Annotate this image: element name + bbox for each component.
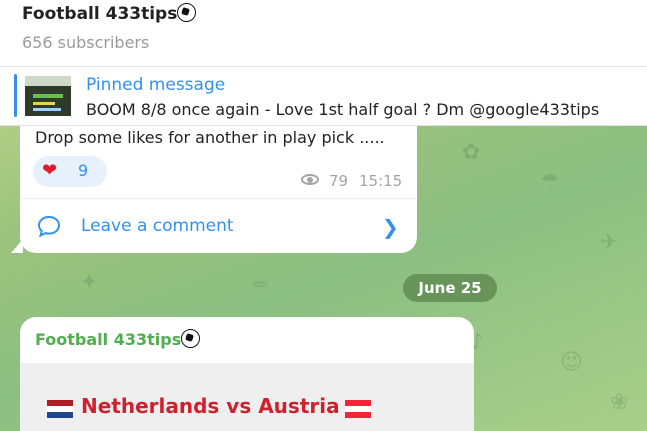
view-count: 79 [329,172,349,190]
pinned-message-bar[interactable]: Pinned message BOOM 8/8 once again - Lov… [0,67,647,126]
bubble-tail [11,239,23,253]
pinned-text: BOOM 8/8 once again - Love 1st half goal… [86,100,600,119]
channel-title: Football 433tips [22,3,197,24]
channel-name: Football 433tips [22,4,178,24]
author-name[interactable]: Football 433tips [35,330,181,349]
wallpaper-doodle: ✈ [600,230,619,255]
views-eye-icon [301,174,319,185]
subscriber-count: 656 subscribers [22,33,150,52]
soccer-ball-icon [177,3,197,22]
austria-flag-icon [345,400,371,418]
pinned-title: Pinned message [86,75,226,95]
message-bubble: Drop some likes for another in play pick… [11,126,417,253]
message-text: Drop some likes for another in play pick… [35,128,385,147]
wallpaper-doodle: ❀ [610,390,629,415]
message-time: 15:15 [359,172,403,190]
pinned-thumbnail [25,76,71,116]
match-image[interactable]: Netherlands vs Austria [20,363,474,431]
comment-bubble-icon[interactable] [37,215,61,237]
message-author: Football 433tips [35,329,201,349]
wallpaper-doodle: ✿ [462,140,481,165]
wallpaper-doodle: ✦ [80,270,99,295]
pinned-indicator [14,74,17,117]
comment-divider [20,198,417,199]
soccer-ball-icon [181,329,201,348]
chevron-right-icon[interactable]: ❯ [382,215,399,239]
wallpaper-doodle: ☺ [560,350,583,375]
reaction-count: 9 [78,161,89,180]
channel-header[interactable]: Football 433tips 656 subscribers [0,0,647,67]
reaction-chip[interactable]: ❤ 9 [33,156,107,187]
heart-icon: ❤ [42,160,58,181]
wallpaper-doodle: ☕ [250,268,270,293]
match-title: Netherlands vs Austria [81,394,340,418]
date-separator: June 25 [403,274,497,302]
leave-comment-button[interactable]: Leave a comment [81,216,234,236]
message-bubble: Football 433tips Netherlands vs Austria [20,317,474,431]
netherlands-flag-icon [47,400,73,418]
wallpaper-doodle: ☂ [540,170,560,195]
